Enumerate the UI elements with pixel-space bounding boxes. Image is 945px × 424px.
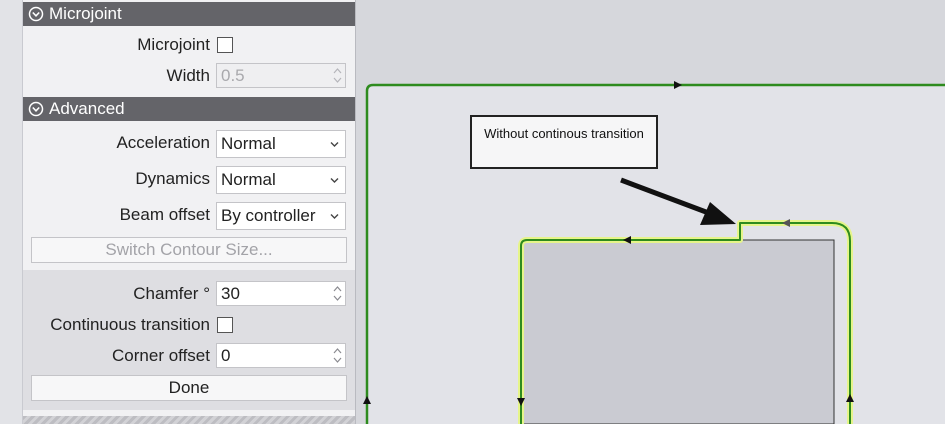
acceleration-value: Normal xyxy=(221,134,276,153)
beam-offset-label: Beam offset xyxy=(119,205,210,224)
drawing-canvas[interactable]: Without continous transition xyxy=(356,0,945,424)
continuous-transition-row: Continuous transition xyxy=(23,311,355,339)
dynamics-label: Dynamics xyxy=(135,169,210,188)
beam-offset-select[interactable]: By controller xyxy=(216,202,346,230)
advanced-section-header[interactable]: Advanced xyxy=(23,97,355,121)
part-shape xyxy=(522,239,835,424)
acceleration-row: Acceleration Normal xyxy=(23,129,355,158)
corner-offset-value: 0 xyxy=(221,346,231,365)
switch-contour-size-button[interactable]: Switch Contour Size... xyxy=(31,237,347,263)
continuous-transition-checkbox[interactable] xyxy=(217,317,233,333)
stepper-arrows-icon[interactable] xyxy=(333,284,342,303)
annotation-callout: Without continous transition xyxy=(470,115,658,169)
microjoint-section-title: Microjoint xyxy=(49,4,122,23)
acceleration-label: Acceleration xyxy=(116,133,210,152)
left-toolbar-strip xyxy=(0,0,23,424)
contour-drawing xyxy=(363,81,945,424)
collapse-chevron-icon[interactable] xyxy=(28,101,44,117)
properties-panel: Microjoint Microjoint Width 0.5 Advanced… xyxy=(23,0,356,424)
width-value: 0.5 xyxy=(221,66,245,85)
corner-offset-label: Corner offset xyxy=(112,346,210,365)
annotation-text: Without continous transition xyxy=(484,126,644,141)
width-stepper[interactable]: 0.5 xyxy=(216,63,346,88)
advanced-section-title: Advanced xyxy=(49,99,125,118)
acceleration-select[interactable]: Normal xyxy=(216,130,346,158)
dynamics-select[interactable]: Normal xyxy=(216,166,346,194)
width-label: Width xyxy=(166,66,210,85)
beam-offset-row: Beam offset By controller xyxy=(23,201,355,230)
dynamics-value: Normal xyxy=(221,170,276,189)
stepper-arrows-icon[interactable] xyxy=(333,66,342,85)
dynamics-row: Dynamics Normal xyxy=(23,165,355,194)
chevron-down-icon xyxy=(330,142,339,147)
microjoint-section-header[interactable]: Microjoint xyxy=(23,2,355,26)
chamfer-stepper[interactable]: 30 xyxy=(216,281,346,306)
panel-resize-grip[interactable] xyxy=(23,416,355,424)
corner-offset-stepper[interactable]: 0 xyxy=(216,343,346,368)
continuous-transition-label: Continuous transition xyxy=(50,315,210,334)
beam-offset-value: By controller xyxy=(221,206,316,225)
collapse-chevron-icon[interactable] xyxy=(28,6,44,22)
chamfer-label: Chamfer ° xyxy=(133,284,210,303)
width-row: Width 0.5 xyxy=(23,62,355,90)
microjoint-row: Microjoint xyxy=(23,31,355,59)
microjoint-label: Microjoint xyxy=(137,35,210,54)
chamfer-value: 30 xyxy=(221,284,240,303)
done-button[interactable]: Done xyxy=(31,375,347,401)
chevron-down-icon xyxy=(330,214,339,219)
corner-offset-row: Corner offset 0 xyxy=(23,342,355,370)
stepper-arrows-icon[interactable] xyxy=(333,346,342,365)
chevron-down-icon xyxy=(330,178,339,183)
chamfer-row: Chamfer ° 30 xyxy=(23,280,355,308)
microjoint-checkbox[interactable] xyxy=(217,37,233,53)
